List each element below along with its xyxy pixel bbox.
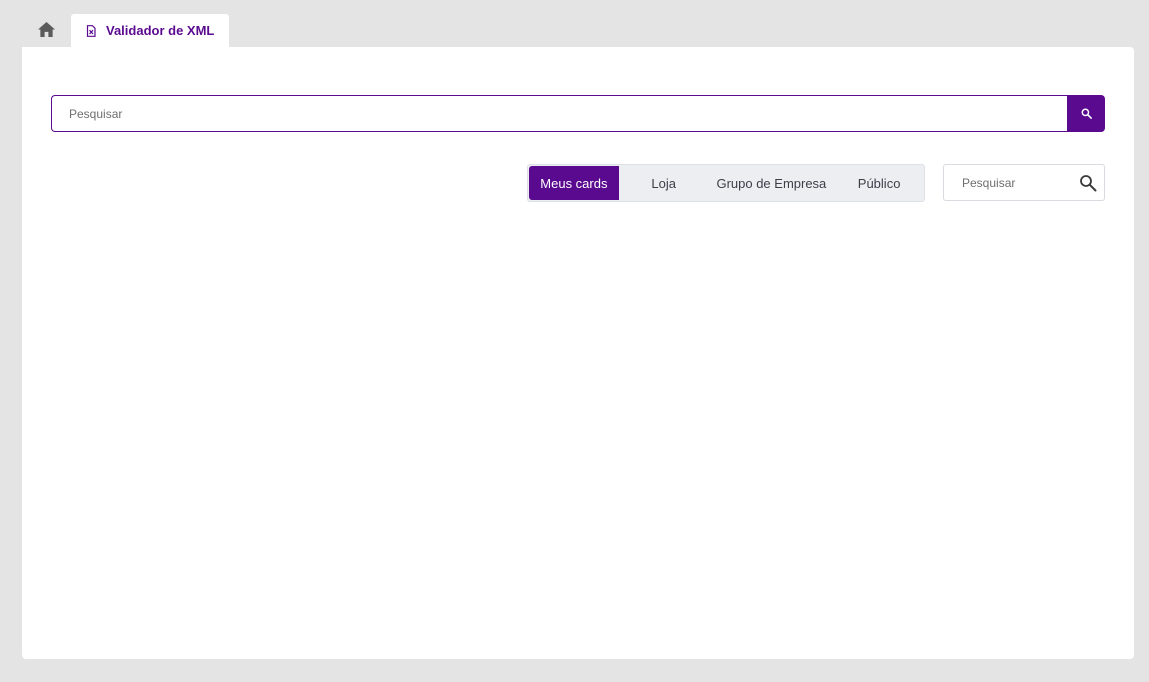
main-search-input[interactable] <box>51 95 1067 132</box>
xml-file-icon <box>86 25 96 37</box>
main-panel: Meus cards Loja Grupo de Empresa Público <box>22 47 1134 659</box>
main-search-button[interactable] <box>1067 95 1105 132</box>
filter-meus-cards[interactable]: Meus cards <box>529 166 619 200</box>
search-icon <box>1081 108 1092 119</box>
card-search-input[interactable] <box>944 165 1072 200</box>
filter-grupo-de-empresa[interactable]: Grupo de Empresa <box>709 165 835 201</box>
filter-publico[interactable]: Público <box>834 165 924 201</box>
home-tab[interactable] <box>22 14 71 47</box>
tab-bar: Validador de XML <box>22 14 229 47</box>
filter-loja[interactable]: Loja <box>619 165 709 201</box>
card-search-bar <box>943 164 1105 201</box>
search-icon <box>1080 174 1097 191</box>
main-search-bar <box>51 95 1105 132</box>
home-icon <box>38 21 55 38</box>
card-search-button[interactable] <box>1072 165 1104 200</box>
card-filter-group: Meus cards Loja Grupo de Empresa Público <box>527 164 925 202</box>
tab-label: Validador de XML <box>106 23 215 38</box>
tab-validador-xml[interactable]: Validador de XML <box>71 14 229 47</box>
